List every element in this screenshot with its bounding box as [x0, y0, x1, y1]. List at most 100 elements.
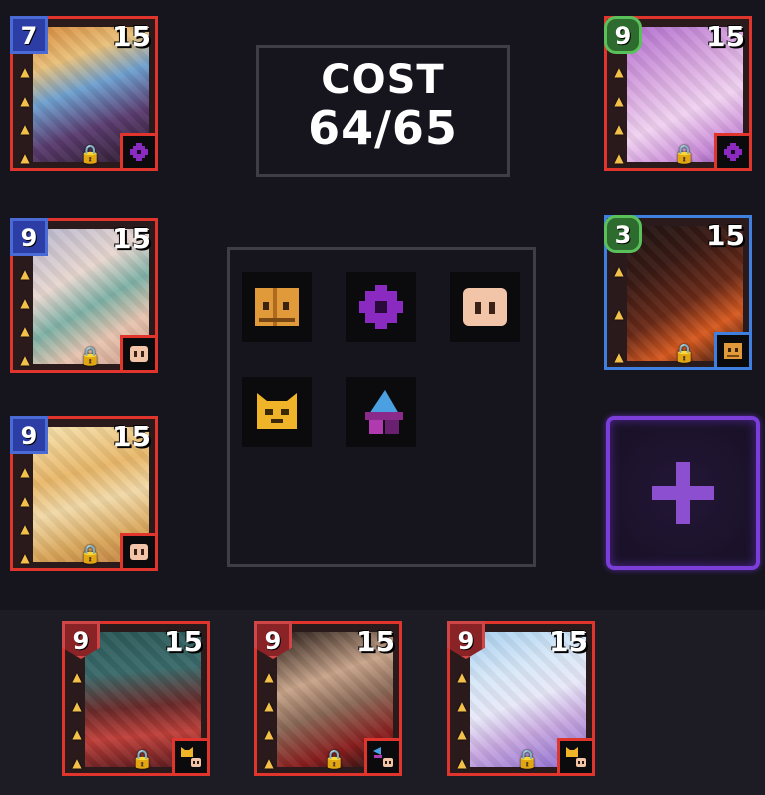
star-icon: ▲ — [457, 755, 467, 770]
trait-badge — [364, 738, 402, 776]
lock-icon[interactable]: 🔒 — [79, 544, 101, 566]
purple-gear-icon — [724, 143, 742, 161]
unit-level-badge: 3 — [604, 215, 642, 253]
synergy-panel — [227, 247, 536, 567]
star-icon: ▲ — [264, 698, 274, 713]
lock-icon[interactable]: 🔒 — [516, 749, 538, 771]
synergy-yellow-cat[interactable] — [242, 377, 312, 447]
star-icon: ▲ — [20, 352, 30, 367]
unit-cost: 15 — [112, 20, 151, 53]
yellow-cat-icon — [257, 393, 297, 429]
star-icon: ▲ — [614, 150, 624, 165]
star-icon: ▲ — [614, 350, 624, 364]
peach-face-icon — [130, 544, 148, 560]
star-column: ▲ ▲ ▲ ▲ — [454, 670, 470, 770]
star-icon: ▲ — [264, 727, 274, 742]
wing-skull-icon — [373, 747, 393, 767]
unit-cost: 15 — [164, 625, 203, 658]
star-icon: ▲ — [264, 670, 274, 684]
star-icon: ▲ — [20, 65, 30, 79]
star-icon: ▲ — [20, 122, 30, 137]
unit-cost: 15 — [112, 420, 151, 453]
cost-panel: COST 64/65 — [256, 45, 510, 177]
plus-icon — [652, 462, 714, 524]
trait-badge — [120, 533, 158, 571]
star-icon: ▲ — [20, 550, 30, 565]
cat-skull-icon — [566, 747, 586, 767]
unit-level-badge: 9 — [604, 16, 642, 54]
unit-card[interactable]: ▲ ▲ ▲ ▲ 9 15 🔒 — [62, 621, 210, 776]
unit-cost: 15 — [356, 625, 395, 658]
trait-badge — [120, 335, 158, 373]
trait-badge — [172, 738, 210, 776]
lock-icon[interactable]: 🔒 — [323, 749, 345, 771]
star-column: ▲ ▲ ▲ ▲ — [261, 670, 277, 770]
add-unit-button[interactable] — [606, 416, 760, 570]
star-icon: ▲ — [457, 670, 467, 684]
unit-card[interactable]: ▲ ▲ ▲ ▲ 9 15 🔒 — [447, 621, 595, 776]
star-icon: ▲ — [20, 267, 30, 281]
star-icon: ▲ — [72, 727, 82, 742]
star-icon: ▲ — [614, 65, 624, 79]
unit-card[interactable]: ▲ ▲ ▲ ▲ 9 15 🔒 — [254, 621, 402, 776]
star-icon: ▲ — [20, 493, 30, 508]
star-icon: ▲ — [20, 465, 30, 479]
star-icon: ▲ — [20, 324, 30, 339]
star-icon: ▲ — [264, 755, 274, 770]
trait-badge — [714, 332, 752, 370]
cost-title: COST — [321, 57, 445, 103]
trait-badge — [557, 738, 595, 776]
synergy-orange-mask[interactable] — [242, 272, 312, 342]
star-icon: ▲ — [614, 93, 624, 108]
synergy-purple-gear[interactable] — [346, 272, 416, 342]
lock-icon[interactable]: 🔒 — [673, 343, 695, 365]
star-column: ▲ ▲ ▲ ▲ — [17, 465, 33, 565]
star-icon: ▲ — [72, 698, 82, 713]
star-column: ▲ ▲ ▲ ▲ — [611, 65, 627, 165]
unit-card[interactable]: ▲ ▲ ▲ ▲ 9 15 🔒 — [10, 416, 158, 571]
unit-card[interactable]: ▲ ▲ ▲ ▲ 9 15 🔒 — [10, 218, 158, 373]
peach-face-icon — [463, 288, 507, 326]
star-column: ▲ ▲ ▲ ▲ — [17, 267, 33, 367]
unit-cost: 15 — [706, 20, 745, 53]
star-icon: ▲ — [614, 122, 624, 137]
peach-face-icon — [130, 346, 148, 362]
star-icon: ▲ — [457, 698, 467, 713]
star-icon: ▲ — [457, 727, 467, 742]
unit-level-badge: 9 — [10, 416, 48, 454]
unit-card[interactable]: ▲ ▲ ▲ ▲ 9 15 🔒 — [604, 16, 752, 171]
star-icon: ▲ — [20, 295, 30, 310]
unit-cost: 15 — [706, 219, 745, 252]
unit-cost: 15 — [112, 222, 151, 255]
purple-gear-icon — [130, 143, 148, 161]
purple-gear-icon — [359, 285, 403, 329]
witch-hat-icon — [365, 390, 403, 434]
star-column: ▲ ▲ ▲ ▲ — [69, 670, 85, 770]
star-icon: ▲ — [72, 755, 82, 770]
star-icon: ▲ — [20, 150, 30, 165]
unit-card[interactable]: ▲ ▲ ▲ ▲ 7 15 🔒 — [10, 16, 158, 171]
lock-icon[interactable]: 🔒 — [131, 749, 153, 771]
star-icon: ▲ — [72, 670, 82, 684]
lock-icon[interactable]: 🔒 — [79, 346, 101, 368]
star-icon: ▲ — [614, 307, 624, 321]
cat-skull-icon — [181, 747, 201, 767]
trait-badge — [120, 133, 158, 171]
lock-icon[interactable]: 🔒 — [79, 144, 101, 166]
unit-level-badge: 9 — [10, 218, 48, 256]
unit-level-badge: 7 — [10, 16, 48, 54]
unit-cost: 15 — [549, 625, 588, 658]
star-icon: ▲ — [614, 264, 624, 278]
lock-icon[interactable]: 🔒 — [673, 144, 695, 166]
star-icon: ▲ — [20, 93, 30, 108]
orange-mask-icon — [724, 343, 742, 359]
orange-mask-icon — [255, 288, 299, 326]
synergy-witch-hat[interactable] — [346, 377, 416, 447]
star-column: ▲ ▲ ▲ ▲ — [17, 65, 33, 165]
star-column: ▲ ▲ ▲ — [611, 264, 627, 364]
star-icon: ▲ — [20, 522, 30, 537]
trait-badge — [714, 133, 752, 171]
cost-value: 64/65 — [308, 101, 458, 155]
synergy-peach-face[interactable] — [450, 272, 520, 342]
unit-card[interactable]: ▲ ▲ ▲ 3 15 🔒 — [604, 215, 752, 370]
